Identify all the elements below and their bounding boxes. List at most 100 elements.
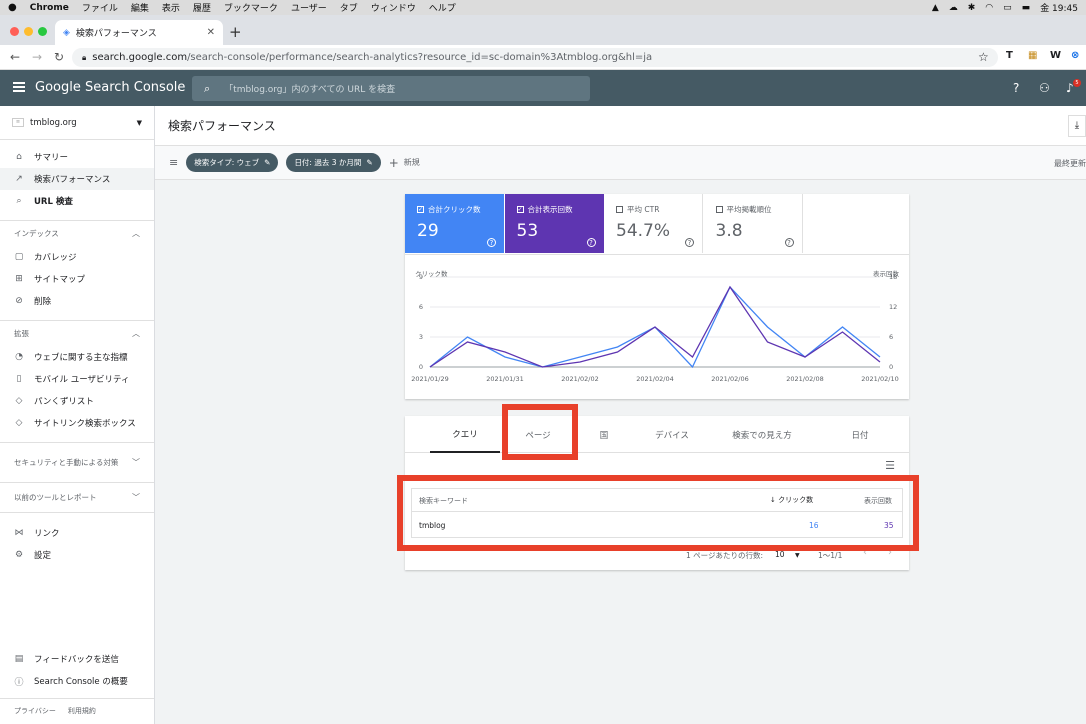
- sidebar-item-coverage[interactable]: ▢ カバレッジ: [0, 246, 154, 268]
- privacy-link[interactable]: プライバシー: [14, 706, 56, 716]
- table-filter-icon[interactable]: ☰: [885, 459, 895, 472]
- main-content: 検索パフォーマンス ⤓ ≡ 検索タイプ: ウェブ ✎ 日付: 過去 3 か月間 …: [155, 106, 1086, 724]
- metric-label: 平均 CTR: [627, 205, 660, 214]
- help-icon[interactable]: ?: [685, 238, 694, 247]
- clock[interactable]: 金 19:45: [1040, 1, 1078, 14]
- tab-4[interactable]: 検索での見え方: [712, 416, 812, 453]
- back-icon[interactable]: ←: [4, 50, 26, 64]
- filter-chip-search-type[interactable]: 検索タイプ: ウェブ ✎: [186, 153, 279, 172]
- sidebar: ≡ tmblog.org ▼ ⌂ サマリー ↗ 検索パフォーマンス ⌕ URL …: [0, 106, 155, 724]
- new-tab-icon[interactable]: +: [229, 23, 242, 41]
- close-window-button[interactable]: [10, 27, 19, 36]
- section-security-header[interactable]: セキュリティと手動による対策 ﹀: [0, 442, 154, 482]
- help-icon[interactable]: ?: [586, 238, 596, 247]
- right-tick-label: 18: [889, 274, 897, 281]
- menu-item-users[interactable]: ユーザー: [291, 1, 327, 14]
- bluetooth-icon[interactable]: ✱: [968, 3, 976, 13]
- filter-chip-date[interactable]: 日付: 過去 3 か月間 ✎: [286, 153, 381, 172]
- home-icon: ⌂: [16, 152, 22, 162]
- section-index-header[interactable]: インデックス ︿: [0, 220, 154, 246]
- help-icon[interactable]: ?: [487, 238, 496, 247]
- menu-item-window[interactable]: ウィンドウ: [371, 1, 416, 14]
- sidebar-item-sitelinks-searchbox[interactable]: ◇ サイトリンク検索ボックス: [0, 412, 154, 434]
- sidebar-item-breadcrumbs[interactable]: ◇ パンくずリスト: [0, 390, 154, 412]
- extension-x-icon[interactable]: ⊗: [1071, 50, 1079, 61]
- sidebar-item-label: 設定: [34, 551, 52, 561]
- menu-item-help[interactable]: ヘルプ: [429, 1, 456, 14]
- new-filter-label: 新規: [403, 158, 420, 167]
- metric-label: 合計クリック数: [428, 205, 481, 214]
- help-icon[interactable]: ?: [784, 238, 794, 247]
- close-tab-icon[interactable]: ✕: [207, 27, 215, 38]
- extension-w-icon[interactable]: W: [1050, 50, 1061, 61]
- layers-icon: ◇: [15, 418, 23, 428]
- menu-item-bookmarks[interactable]: ブックマーク: [224, 1, 278, 14]
- manage-users-icon[interactable]: ⚇: [1039, 81, 1050, 95]
- metric-card-1[interactable]: ✓ 合計表示回数 53?: [504, 194, 604, 253]
- lock-icon[interactable]: 🔒︎: [82, 53, 86, 63]
- filter-icon[interactable]: ≡: [169, 156, 178, 169]
- tab-0[interactable]: クエリ: [430, 416, 500, 453]
- battery-icon[interactable]: ▬: [1022, 3, 1031, 13]
- tab-2[interactable]: 国: [576, 416, 632, 453]
- help-icon[interactable]: ?: [1013, 81, 1019, 95]
- display-icon[interactable]: ▭: [1003, 3, 1012, 13]
- menu-icon[interactable]: [13, 82, 25, 92]
- forward-icon[interactable]: →: [26, 50, 48, 64]
- section-legacy-header[interactable]: 以前のツールとレポート ﹀: [0, 482, 154, 512]
- sidebar-item-links[interactable]: ⋈ リンク: [0, 522, 154, 544]
- bookmark-star-icon[interactable]: ☆: [978, 50, 989, 64]
- extension-grid-icon[interactable]: ▦: [1028, 50, 1037, 61]
- sidebar-item-url-inspection[interactable]: ⌕ URL 検査: [0, 190, 154, 212]
- sidebar-item-sitemaps[interactable]: ⊞ サイトマップ: [0, 268, 154, 290]
- apple-icon[interactable]: ●: [8, 2, 17, 13]
- sidebar-item-core-web-vitals[interactable]: ◔ ウェブに関する主な指標: [0, 346, 154, 368]
- file-icon: ▢: [14, 252, 24, 262]
- property-selector[interactable]: ≡ tmblog.org ▼: [0, 106, 154, 140]
- terms-link[interactable]: 利用規約: [68, 706, 96, 716]
- reload-icon[interactable]: ↻: [48, 50, 70, 64]
- extension-t-icon[interactable]: T: [1006, 50, 1013, 61]
- cloud-icon[interactable]: ☁: [949, 3, 958, 13]
- browser-tab-title: 検索パフォーマンス: [75, 29, 157, 39]
- line-chart[interactable]: 0 3 6 9 0 6 12 18 2021/01/29 2021/01/31 2021/02/02…: [405, 274, 909, 399]
- tab-3[interactable]: デバイス: [632, 416, 712, 453]
- download-icon[interactable]: ⤓: [1068, 115, 1086, 137]
- menu-item-file[interactable]: ファイル: [82, 1, 118, 14]
- menu-app-name[interactable]: Chrome: [30, 3, 69, 13]
- tab-5[interactable]: 日付: [812, 416, 908, 453]
- menu-item-history[interactable]: 履歴: [193, 1, 211, 14]
- zoom-window-button[interactable]: [38, 27, 47, 36]
- section-enhancements-header[interactable]: 拡張 ︿: [0, 320, 154, 346]
- url-inspect-search-input[interactable]: ⌕ 「tmblog.org」内のすべての URL を検査: [192, 76, 590, 101]
- menu-item-tab[interactable]: タブ: [340, 1, 358, 14]
- metric-card-2[interactable]: 平均 CTR 54.7%?: [604, 194, 703, 253]
- metric-value: 54.7%: [616, 221, 671, 241]
- rows-per-page-label: 1 ページあたりの行数:: [686, 551, 764, 560]
- product-title[interactable]: Google Search Console: [35, 80, 185, 95]
- edit-icon: ✎: [264, 158, 271, 167]
- menu-item-edit[interactable]: 編集: [131, 1, 149, 14]
- docker-icon[interactable]: ▲: [932, 3, 939, 13]
- sidebar-item-settings[interactable]: ⚙ 設定: [0, 544, 154, 566]
- feedback-icon: ▤: [14, 654, 24, 664]
- sidebar-item-feedback[interactable]: ▤ フィードバックを送信: [0, 648, 154, 670]
- metric-card-0[interactable]: ✓ 合計クリック数 29?: [405, 194, 504, 253]
- minimize-window-button[interactable]: [24, 27, 33, 36]
- browser-tab[interactable]: ◈ 検索パフォーマンス ✕: [55, 20, 223, 45]
- menu-item-view[interactable]: 表示: [162, 1, 180, 14]
- address-bar[interactable]: 🔒︎ search.google.com/search-console/perf…: [72, 48, 998, 67]
- new-filter-button[interactable]: + 新規: [389, 156, 420, 170]
- wifi-icon[interactable]: ◠: [985, 3, 993, 13]
- rows-per-page-select[interactable]: 10 ▼: [775, 550, 800, 559]
- search-console-favicon-icon: ◈: [63, 27, 70, 38]
- page-header: 検索パフォーマンス ⤓: [155, 106, 1086, 146]
- sidebar-item-about[interactable]: ⓘ Search Console の概要: [0, 670, 154, 692]
- sidebar-item-mobile-usability[interactable]: ▯ モバイル ユーザビリティ: [0, 368, 154, 390]
- sidebar-item-removals[interactable]: ⊘ 削除: [0, 290, 154, 312]
- section-label: インデックス: [14, 229, 59, 238]
- sidebar-item-performance[interactable]: ↗ 検索パフォーマンス: [0, 168, 154, 190]
- sidebar-item-summary[interactable]: ⌂ サマリー: [0, 146, 154, 168]
- metric-card-3[interactable]: 平均掲載順位 3.8?: [703, 194, 803, 253]
- series-line-1: [429, 285, 881, 368]
